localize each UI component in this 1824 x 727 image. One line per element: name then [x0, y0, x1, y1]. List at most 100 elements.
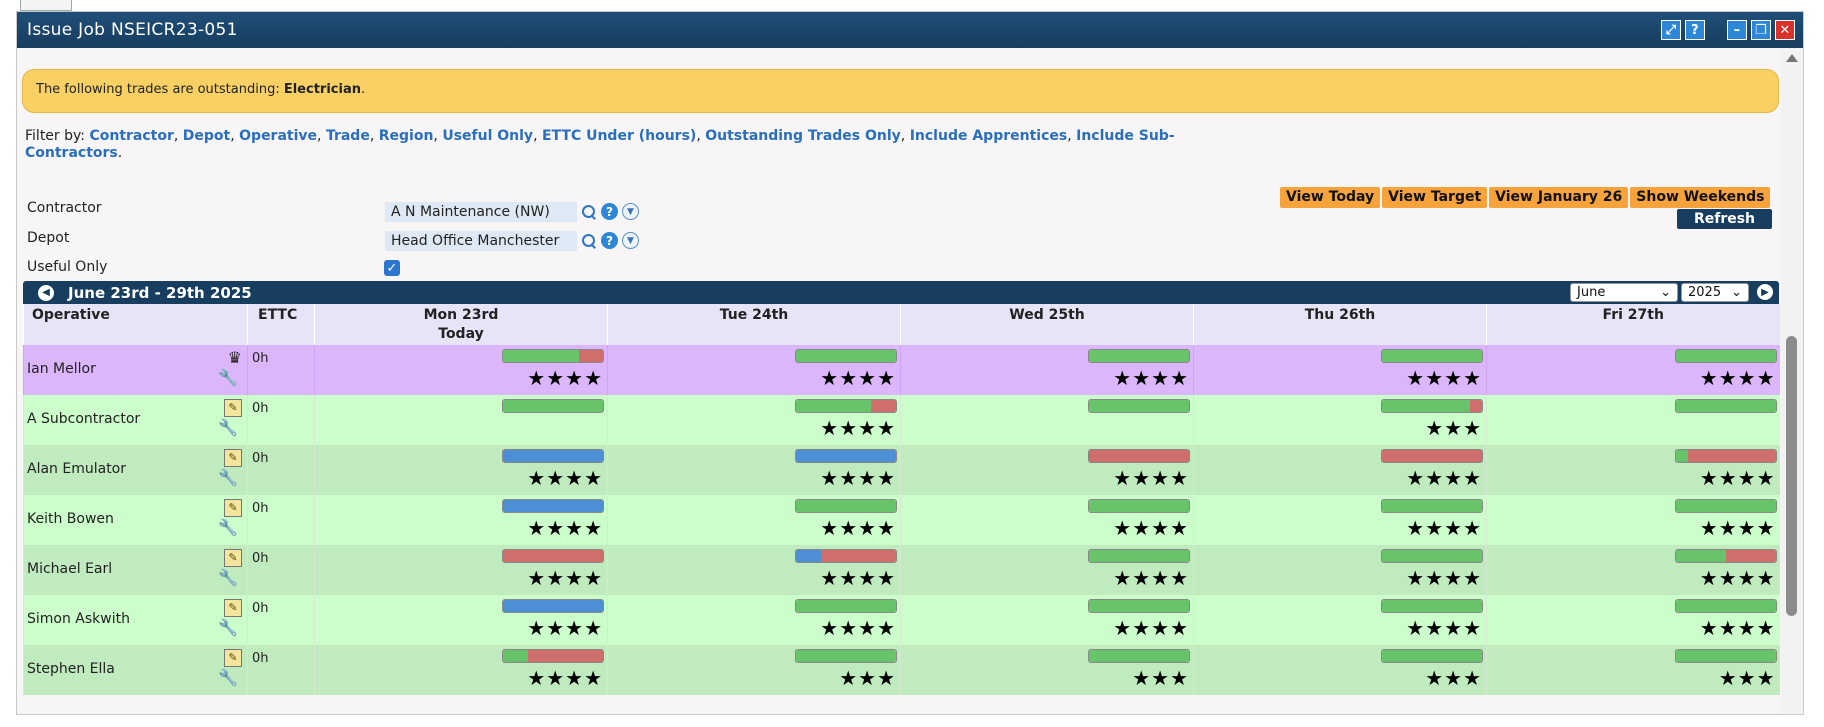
- day-cell[interactable]: ★★★★: [1193, 495, 1487, 545]
- day-cell[interactable]: ★★★★: [1486, 445, 1780, 495]
- day-cell[interactable]: ★★★★: [314, 445, 608, 495]
- operative-cell[interactable]: Alan Emulator ✎ 🔧: [23, 445, 248, 495]
- availability-bar[interactable]: [1674, 399, 1777, 413]
- filter-include-apprentices[interactable]: Include Apprentices: [910, 128, 1068, 144]
- search-icon[interactable]: [581, 233, 597, 249]
- refresh-button[interactable]: Refresh: [1677, 209, 1772, 229]
- day-cell[interactable]: ★★★: [607, 645, 901, 695]
- day-cell[interactable]: ★★★★: [900, 595, 1194, 645]
- chevron-down-icon[interactable]: ▼: [622, 203, 639, 220]
- availability-bar[interactable]: [1674, 449, 1777, 463]
- contractor-field[interactable]: A N Maintenance (NW): [385, 202, 577, 222]
- column-day[interactable]: Tue 24th: [607, 304, 901, 325]
- operative-name[interactable]: Ian Mellor: [27, 361, 96, 377]
- operative-cell[interactable]: Michael Earl ✎ 🔧: [23, 545, 248, 595]
- filter-contractor[interactable]: Contractor: [89, 128, 173, 144]
- previous-week-icon[interactable]: ◀: [38, 284, 54, 301]
- wrench-icon[interactable]: 🔧: [218, 620, 238, 636]
- operative-cell[interactable]: Stephen Ella ✎ 🔧: [23, 645, 248, 695]
- availability-bar[interactable]: [1381, 549, 1483, 563]
- scroll-thumb[interactable]: [1786, 336, 1797, 616]
- filter-trade[interactable]: Trade: [326, 128, 370, 144]
- day-cell[interactable]: ★★★★: [1486, 345, 1780, 395]
- day-cell[interactable]: ★★★★: [314, 345, 608, 395]
- day-cell[interactable]: [1486, 395, 1780, 445]
- filter-outstanding-trades[interactable]: Outstanding Trades Only: [705, 128, 901, 144]
- filter-depot[interactable]: Depot: [183, 128, 230, 144]
- availability-bar[interactable]: [1088, 399, 1190, 413]
- availability-bar[interactable]: [1088, 649, 1190, 663]
- minimize-icon[interactable]: –: [1727, 20, 1747, 40]
- day-cell[interactable]: ★★★: [900, 645, 1194, 695]
- document-icon[interactable]: ✎: [224, 399, 242, 417]
- column-day[interactable]: Mon 23rd: [314, 304, 608, 325]
- availability-bar[interactable]: [1674, 649, 1777, 663]
- day-cell[interactable]: ★★★: [1193, 395, 1487, 445]
- window-titlebar[interactable]: Issue Job NSEICR23-051 ⤢ ? – ❐ ✕: [17, 12, 1803, 48]
- view-today-button[interactable]: View Today: [1280, 187, 1381, 208]
- availability-bar[interactable]: [502, 349, 604, 363]
- column-day[interactable]: Fri 27th: [1486, 304, 1780, 325]
- day-cell[interactable]: ★★★★: [900, 445, 1194, 495]
- operative-row[interactable]: Stephen Ella ✎ 🔧 0h ★★★★ ★★★ ★★★ ★★★ ★★★: [23, 645, 1780, 695]
- availability-bar[interactable]: [502, 649, 604, 663]
- wrench-icon[interactable]: 🔧: [218, 670, 238, 686]
- restore-icon[interactable]: ❐: [1751, 20, 1771, 40]
- operative-name[interactable]: Keith Bowen: [27, 511, 114, 527]
- day-cell[interactable]: ★★★★: [900, 345, 1194, 395]
- availability-bar[interactable]: [795, 449, 897, 463]
- filter-ettc-under[interactable]: ETTC Under (hours): [542, 128, 696, 144]
- filter-operative[interactable]: Operative: [239, 128, 317, 144]
- availability-bar[interactable]: [502, 599, 604, 613]
- day-cell[interactable]: ★★★★: [314, 545, 608, 595]
- useful-only-checkbox[interactable]: ✓: [384, 260, 400, 276]
- operative-cell[interactable]: A Subcontractor ✎ 🔧: [23, 395, 248, 445]
- operative-name[interactable]: Simon Askwith: [27, 611, 130, 627]
- availability-bar[interactable]: [795, 549, 897, 563]
- availability-bar[interactable]: [1674, 499, 1777, 513]
- day-cell[interactable]: ★★★★: [314, 645, 608, 695]
- operative-name[interactable]: Stephen Ella: [27, 661, 115, 677]
- document-icon[interactable]: ✎: [224, 599, 242, 617]
- document-icon[interactable]: ✎: [224, 649, 242, 667]
- operative-cell[interactable]: Ian Mellor ♛ 🔧: [23, 345, 248, 395]
- availability-bar[interactable]: [1381, 599, 1483, 613]
- column-day[interactable]: Thu 26th: [1193, 304, 1487, 325]
- availability-bar[interactable]: [795, 349, 897, 363]
- day-cell[interactable]: ★★★★: [1486, 545, 1780, 595]
- help-icon[interactable]: ?: [601, 232, 618, 249]
- day-cell[interactable]: ★★★★: [1486, 595, 1780, 645]
- availability-bar[interactable]: [1674, 599, 1777, 613]
- day-cell[interactable]: ★★★★: [1486, 495, 1780, 545]
- view-target-button[interactable]: View Target: [1382, 187, 1488, 208]
- resize-icon[interactable]: ⤢: [1661, 20, 1681, 40]
- scroll-up-icon[interactable]: [1786, 54, 1798, 62]
- day-cell[interactable]: ★★★★: [607, 395, 901, 445]
- day-cell[interactable]: ★★★★: [314, 595, 608, 645]
- document-icon[interactable]: ✎: [224, 449, 242, 467]
- operative-cell[interactable]: Keith Bowen ✎ 🔧: [23, 495, 248, 545]
- availability-bar[interactable]: [1088, 449, 1190, 463]
- day-cell[interactable]: ★★★★: [1193, 595, 1487, 645]
- day-cell[interactable]: ★★★★: [900, 495, 1194, 545]
- operative-name[interactable]: Michael Earl: [27, 561, 112, 577]
- availability-bar[interactable]: [795, 649, 897, 663]
- day-cell[interactable]: ★★★: [1193, 645, 1487, 695]
- vertical-scrollbar[interactable]: [1781, 48, 1803, 714]
- operative-name[interactable]: A Subcontractor: [27, 411, 140, 427]
- help-icon[interactable]: ?: [1685, 20, 1705, 40]
- wrench-icon[interactable]: 🔧: [218, 570, 238, 586]
- availability-bar[interactable]: [1674, 349, 1777, 363]
- operative-row[interactable]: A Subcontractor ✎ 🔧 0h ★★★★ ★★★: [23, 395, 1780, 445]
- day-cell[interactable]: ★★★★: [607, 595, 901, 645]
- availability-bar[interactable]: [1381, 399, 1483, 413]
- document-icon[interactable]: ✎: [224, 549, 242, 567]
- close-icon[interactable]: ✕: [1775, 20, 1795, 40]
- availability-bar[interactable]: [1088, 349, 1190, 363]
- day-cell[interactable]: ★★★★: [1193, 545, 1487, 595]
- availability-bar[interactable]: [795, 499, 897, 513]
- availability-bar[interactable]: [795, 599, 897, 613]
- availability-bar[interactable]: [1088, 499, 1190, 513]
- operative-row[interactable]: Keith Bowen ✎ 🔧 0h ★★★★ ★★★★ ★★★★ ★★★★ ★★★★: [23, 495, 1780, 545]
- operative-row[interactable]: Michael Earl ✎ 🔧 0h ★★★★ ★★★★ ★★★★ ★★★★ ★★★★: [23, 545, 1780, 595]
